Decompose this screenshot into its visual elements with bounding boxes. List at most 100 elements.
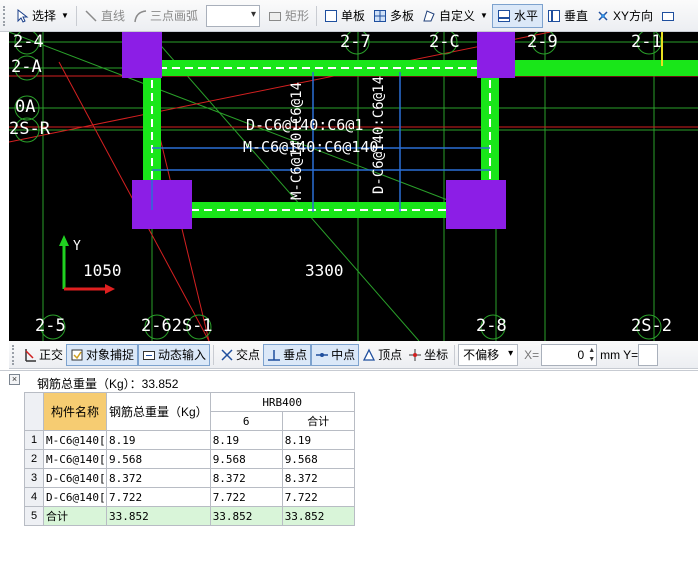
xy-direction-label: XY方向 <box>612 9 653 23</box>
table-summary-row[interactable]: 5 合计 33.852 33.852 33.852 <box>24 506 355 526</box>
dynamic-input-button[interactable]: 动态输入 <box>138 343 211 366</box>
rebar-annotation-vertical-d[interactable]: D-C6@140:C6@14 <box>371 58 387 194</box>
row-number: 1 <box>24 430 44 450</box>
grid-label: 2-9 <box>527 32 558 52</box>
grid-label: 2-C <box>429 32 460 52</box>
cell-diameter-6[interactable]: 33.852 <box>209 506 283 526</box>
multi-slab-button[interactable]: 多板 <box>369 4 418 28</box>
cell-weight[interactable]: 33.852 <box>106 506 211 526</box>
midpoint-button[interactable]: 中点 <box>311 343 360 366</box>
arc-icon <box>133 9 147 23</box>
select-button[interactable]: 选择 ▼ <box>11 4 73 28</box>
dimension-3300: 3300 <box>305 261 344 280</box>
xy-direction-button[interactable]: XY方向 <box>592 4 657 28</box>
grid-label: 0A <box>15 97 36 117</box>
xy-direction-icon <box>596 9 610 23</box>
arc-label: 三点画弧 <box>149 9 198 23</box>
draw-mode-combo[interactable] <box>205 4 260 27</box>
coordinate-button[interactable]: 坐标 <box>405 344 451 366</box>
cell-weight[interactable]: 8.372 <box>106 468 211 488</box>
cell-name[interactable]: M-C6@140[8 <box>43 449 107 469</box>
cell-total[interactable]: 7.722 <box>281 487 355 507</box>
ortho-button[interactable]: 正交 <box>20 344 66 366</box>
object-snap-icon <box>70 348 84 362</box>
toolbar-separator <box>75 5 77 26</box>
vertical-button[interactable]: 垂直 <box>543 4 592 28</box>
column-header-diameter[interactable]: 6 <box>209 411 283 431</box>
cell-total[interactable]: 8.372 <box>281 468 355 488</box>
horizontal-button[interactable]: 水平 <box>491 3 543 28</box>
y-axis-label: Y <box>73 239 81 254</box>
cell-total[interactable]: 8.19 <box>281 430 355 450</box>
grid-label: 2-7 <box>340 32 371 52</box>
intersection-icon <box>220 348 234 362</box>
custom-icon <box>422 9 436 23</box>
cell-weight[interactable]: 9.568 <box>106 449 211 469</box>
cell-name[interactable]: D-C6@140[8 <box>43 468 107 488</box>
table-row[interactable]: 4 D-C6@140[8 7.722 7.722 7.722 <box>24 487 355 507</box>
y-coordinate-label: Y= <box>623 347 639 362</box>
cell-diameter-6[interactable]: 9.568 <box>209 449 283 469</box>
cell-name[interactable]: 合计 <box>43 506 107 526</box>
toolbar-grip[interactable] <box>12 344 16 365</box>
vertex-button[interactable]: 顶点 <box>359 344 405 366</box>
column-header-name[interactable]: 构件名称 <box>43 392 107 431</box>
perpendicular-icon <box>267 348 281 362</box>
rectangle-button[interactable]: 矩形 <box>264 4 313 28</box>
row-number: 5 <box>24 506 44 526</box>
cell-weight[interactable]: 8.19 <box>106 430 211 450</box>
object-snap-button[interactable]: 对象捕捉 <box>66 343 139 366</box>
column-header-total[interactable]: 合计 <box>281 411 355 431</box>
column-header-grade[interactable]: HRB400 <box>209 392 355 412</box>
cell-name[interactable]: M-C6@140[8 <box>43 430 107 450</box>
toolbar-overflow-button[interactable] <box>657 4 679 28</box>
grid-label: 2S-2 <box>631 316 672 336</box>
axis-grid-lines <box>9 32 698 341</box>
three-point-arc-button[interactable]: 三点画弧 <box>129 4 202 28</box>
perpendicular-button[interactable]: 垂点 <box>263 343 312 366</box>
line-button[interactable]: 直线 <box>80 4 129 28</box>
cell-total[interactable]: 33.852 <box>281 506 355 526</box>
cell-name[interactable]: D-C6@140[8 <box>43 487 107 507</box>
total-rebar-weight: 钢筋总重量（Kg）：33.852 <box>37 377 179 391</box>
drawing-canvas[interactable]: 2-4 2-7 2-C 2-9 2-1 2-A 0A 2S-R 2-5 2-62… <box>9 32 698 341</box>
single-slab-label: 单板 <box>340 9 365 23</box>
select-dropdown-arrow[interactable]: ▼ <box>61 11 69 20</box>
dimension-1050: 1050 <box>83 261 122 280</box>
column-header-weight[interactable]: 钢筋总重量（Kg） <box>106 392 211 431</box>
panel-close-icon[interactable]: × <box>9 374 20 385</box>
overflow-icon <box>661 9 675 23</box>
line-icon <box>84 9 98 23</box>
grid-line <box>9 32 480 213</box>
rectangle-icon <box>268 9 282 23</box>
single-slab-button[interactable]: 单板 <box>320 4 369 28</box>
cell-total[interactable]: 9.568 <box>281 449 355 469</box>
custom-button[interactable]: 自定义 ▼ <box>418 4 492 28</box>
table-row[interactable]: 1 M-C6@140[8 8.19 8.19 8.19 <box>24 430 355 450</box>
cell-diameter-6[interactable]: 7.722 <box>209 487 283 507</box>
cell-diameter-6[interactable]: 8.372 <box>209 468 283 488</box>
custom-label: 自定义 <box>439 9 476 23</box>
custom-dropdown-arrow[interactable]: ▼ <box>480 11 488 20</box>
row-number: 2 <box>24 449 44 469</box>
x-coordinate-input[interactable]: 0 ▲ ▼ <box>541 343 598 366</box>
cell-weight[interactable]: 7.722 <box>106 487 211 507</box>
spin-arrows-icon[interactable]: ▲ ▼ <box>588 346 595 364</box>
table-row[interactable]: 3 D-C6@140[8 8.372 8.372 8.372 <box>24 468 355 488</box>
cell-diameter-6[interactable]: 8.19 <box>209 430 283 450</box>
table-header-row: 构件名称 钢筋总重量（Kg） HRB400 <box>24 392 355 431</box>
rebar-table: 构件名称 钢筋总重量（Kg） HRB400 6 合计 1 M-C6@140[8 … <box>24 392 355 526</box>
offset-mode-select[interactable]: 不偏移 <box>458 343 519 366</box>
object-snap-label: 对象捕捉 <box>86 348 135 362</box>
y-coordinate-input[interactable] <box>638 343 659 366</box>
column <box>122 32 162 78</box>
table-row[interactable]: 2 M-C6@140[8 9.568 9.568 9.568 <box>24 449 355 469</box>
grid-label: 2S-R <box>9 119 50 139</box>
toolbar-grip[interactable] <box>3 5 7 26</box>
x-coordinate-label: X= <box>524 347 540 362</box>
intersection-button[interactable]: 交点 <box>217 344 263 366</box>
rebar-annotation-m[interactable]: M-C6@140:C6@140 <box>243 138 378 156</box>
vertex-label: 顶点 <box>378 348 403 362</box>
dynamic-input-label: 动态输入 <box>158 348 207 362</box>
rebar-annotation-vertical-m[interactable]: M-C6@140:C6@14 <box>289 64 305 200</box>
